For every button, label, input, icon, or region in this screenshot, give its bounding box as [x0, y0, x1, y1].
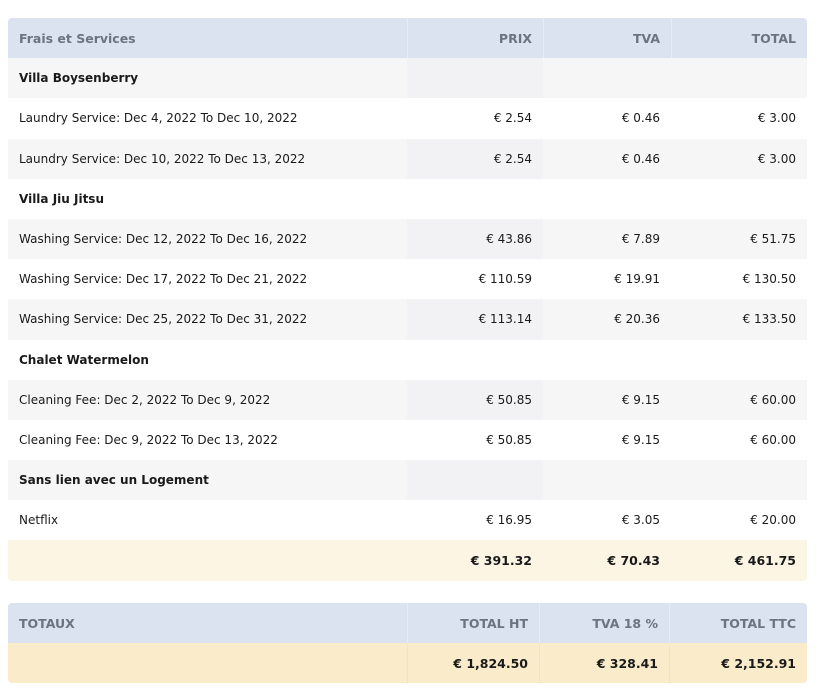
- total-cell: [671, 58, 807, 98]
- table-row: Laundry Service: Dec 4, 2022 To Dec 10, …: [8, 98, 807, 139]
- row-label: Washing Service: Dec 17, 2022 To Dec 21,…: [19, 272, 308, 287]
- table-row: Cleaning Fee: Dec 2, 2022 To Dec 9, 2022…: [8, 379, 807, 420]
- header-tva: TVA: [543, 18, 671, 59]
- totals-header-tva: TVA 18 %: [539, 603, 669, 644]
- tva-cell: € 9.15: [621, 432, 660, 447]
- prix-cell: € 50.85: [486, 432, 532, 447]
- table-row: Washing Service: Dec 17, 2022 To Dec 21,…: [8, 259, 807, 300]
- tva-cell: € 0.46: [621, 111, 660, 126]
- totals-label: TOTAUX: [19, 615, 75, 631]
- subtotal-tva: € 70.43: [607, 553, 660, 569]
- tva-cell: [543, 179, 671, 219]
- prix-cell: [407, 58, 543, 99]
- row-label: Washing Service: Dec 25, 2022 To Dec 31,…: [19, 312, 308, 327]
- prix-cell: [407, 460, 543, 501]
- tva-cell: € 9.15: [621, 392, 660, 407]
- total-cell: € 20.00: [750, 513, 796, 528]
- group-label: Chalet Watermelon: [19, 352, 149, 367]
- totals-header-ht: TOTAL HT: [407, 603, 539, 644]
- total-cell: [671, 460, 807, 500]
- row-label: Washing Service: Dec 12, 2022 To Dec 16,…: [19, 232, 308, 247]
- total-cell: € 60.00: [750, 392, 796, 407]
- prix-cell: € 2.54: [407, 138, 543, 179]
- group-label: Villa Boysenberry: [19, 71, 139, 86]
- table-row: Washing Service: Dec 12, 2022 To Dec 16,…: [8, 218, 807, 260]
- tva-cell: € 19.91: [614, 272, 660, 287]
- totals-values-label: [8, 643, 407, 683]
- table-row: Netflix € 16.95 € 3.05 € 20.00: [8, 500, 807, 541]
- prix-cell: € 110.59: [478, 272, 532, 287]
- prix-cell: € 16.95: [486, 513, 532, 528]
- total-cell: [671, 179, 807, 219]
- subtotal-total: € 461.75: [734, 553, 796, 569]
- group-row: Sans lien avec un Logement: [8, 460, 807, 501]
- prix-cell: [407, 179, 543, 219]
- total-cell: [671, 340, 807, 380]
- totals-header-ttc: TOTAL TTC: [669, 603, 807, 644]
- tva-cell: € 3.05: [621, 513, 660, 528]
- row-label: Cleaning Fee: Dec 2, 2022 To Dec 9, 2022: [19, 392, 271, 407]
- table-row: Washing Service: Dec 25, 2022 To Dec 31,…: [8, 299, 807, 340]
- header-label: Frais et Services: [19, 30, 136, 46]
- tva-cell: € 20.36: [614, 312, 660, 327]
- group-row: Chalet Watermelon: [8, 339, 807, 380]
- group-label: Villa Jiu Jitsu: [19, 191, 104, 206]
- prix-cell: € 50.85: [407, 379, 543, 420]
- header-prix: PRIX: [407, 18, 543, 59]
- prix-cell: € 43.86: [407, 218, 543, 260]
- group-row: Villa Jiu Jitsu: [8, 178, 807, 219]
- row-label: Laundry Service: Dec 4, 2022 To Dec 10, …: [19, 111, 298, 126]
- fees-table: Frais et Services PRIX TVA TOTAL Villa B…: [8, 18, 807, 581]
- tva-cell: [543, 340, 671, 380]
- fees-table-header: Frais et Services PRIX TVA TOTAL: [8, 18, 807, 59]
- prix-cell: € 113.14: [407, 299, 543, 340]
- tva-cell: € 0.46: [621, 151, 660, 166]
- tva-cell: € 7.89: [621, 232, 660, 247]
- total-ttc-value: € 2,152.91: [669, 643, 807, 684]
- total-cell: € 3.00: [757, 151, 796, 166]
- subtotal-label: [8, 540, 407, 580]
- prix-cell: [407, 340, 543, 380]
- table-row: Cleaning Fee: Dec 9, 2022 To Dec 13, 202…: [8, 419, 807, 461]
- total-cell: € 60.00: [750, 432, 796, 447]
- totals-table: TOTAUX TOTAL HT TVA 18 % TOTAL TTC € 1,8…: [8, 603, 807, 684]
- group-label: Sans lien avec un Logement: [19, 473, 209, 488]
- tva-cell: [543, 460, 671, 500]
- total-cell: € 130.50: [742, 272, 796, 287]
- subtotal-row: € 391.32 € 70.43 € 461.75: [8, 540, 807, 581]
- totals-header: TOTAUX TOTAL HT TVA 18 % TOTAL TTC: [8, 603, 807, 644]
- group-row: Villa Boysenberry: [8, 58, 807, 99]
- subtotal-prix: € 391.32: [470, 553, 532, 569]
- row-label: Netflix: [19, 513, 59, 528]
- total-tva-value: € 328.41: [539, 643, 669, 684]
- header-total: TOTAL: [671, 18, 807, 59]
- total-cell: € 133.50: [742, 312, 796, 327]
- total-cell: € 51.75: [750, 232, 796, 247]
- total-cell: € 3.00: [757, 111, 796, 126]
- total-ht-value: € 1,824.50: [407, 643, 539, 684]
- prix-cell: € 2.54: [493, 111, 532, 126]
- row-label: Laundry Service: Dec 10, 2022 To Dec 13,…: [19, 151, 306, 166]
- table-row: Laundry Service: Dec 10, 2022 To Dec 13,…: [8, 138, 807, 179]
- tva-cell: [543, 58, 671, 98]
- totals-values: € 1,824.50 € 328.41 € 2,152.91: [8, 643, 807, 684]
- row-label: Cleaning Fee: Dec 9, 2022 To Dec 13, 202…: [19, 432, 278, 447]
